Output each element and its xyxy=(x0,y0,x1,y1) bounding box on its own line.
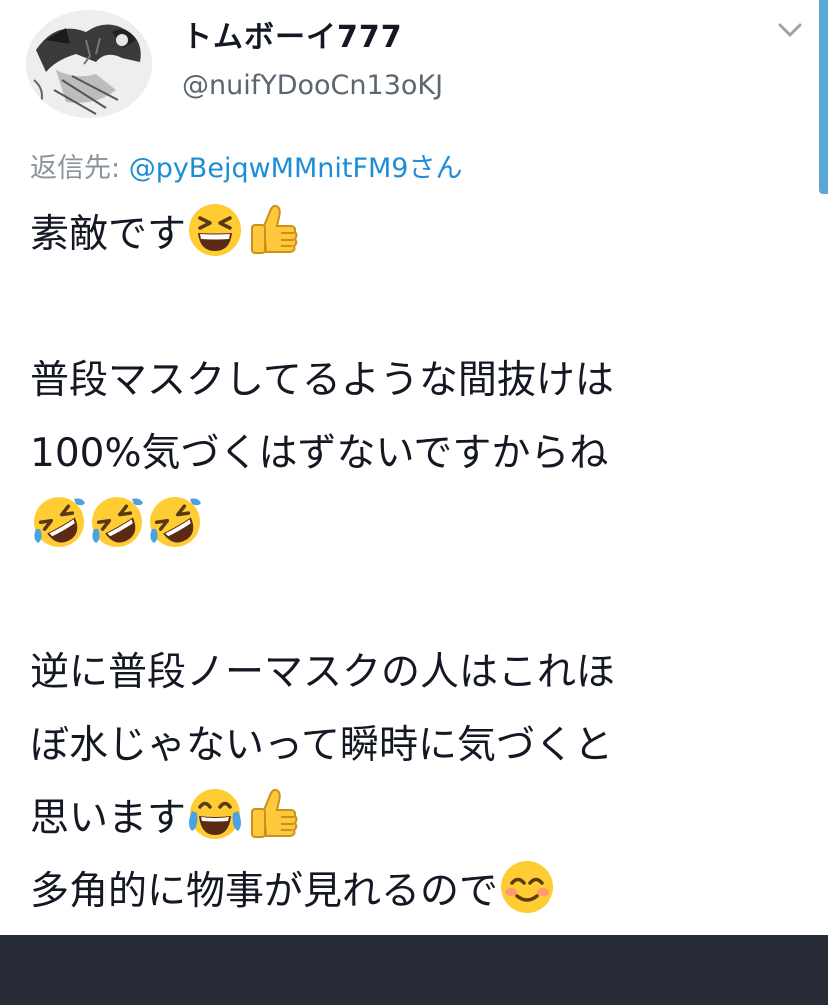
thumbs-up-icon xyxy=(244,785,302,843)
text-segment: 普段マスクしてるような間抜けは xyxy=(30,358,614,403)
text-line xyxy=(30,490,820,563)
text-line: 普段マスクしてるような間抜けは xyxy=(30,344,820,417)
grinning-squinting-face-icon xyxy=(186,201,244,259)
text-line: 思います xyxy=(30,782,820,855)
chevron-down-icon[interactable] xyxy=(770,14,810,46)
text-line: ぼ水じゃないって瞬時に気づくと xyxy=(30,709,820,782)
scroll-indicator[interactable] xyxy=(819,0,828,194)
smiling-face-with-smiling-eyes-icon xyxy=(498,858,556,916)
text-segment: 素敵です xyxy=(30,212,187,257)
rolling-on-floor-laughing-icon xyxy=(146,493,204,551)
bottom-bar xyxy=(0,935,828,1005)
display-name[interactable]: トムボーイ777 xyxy=(182,12,403,56)
text-segment: 多角的に物事が見れるので xyxy=(30,869,499,914)
text-line: 素敵です xyxy=(30,198,820,271)
text-line: 多角的に物事が見れるので xyxy=(30,855,820,928)
reply-mention-link[interactable]: @pyBejqwMMnitFM9さん xyxy=(129,153,463,184)
rolling-on-floor-laughing-icon xyxy=(30,493,88,551)
tweet-card: トムボーイ777 @nuifYDooCn13oKJ 返信先: @pyBejqwM… xyxy=(0,0,828,935)
avatar[interactable] xyxy=(26,10,152,118)
text-segment: ぼ水じゃないって瞬時に気づくと xyxy=(30,723,614,768)
text-segment: 逆に普段ノーマスクの人はこれほ xyxy=(30,650,616,695)
reply-to-line: 返信先: @pyBejqwMMnitFM9さん xyxy=(30,146,462,185)
thumbs-up-icon xyxy=(244,201,302,259)
avatar-illustration-icon xyxy=(26,10,152,118)
text-segment: 100%気づくはずないですからね xyxy=(30,431,609,476)
user-handle[interactable]: @nuifYDooCn13oKJ xyxy=(182,70,443,101)
text-line: 逆に普段ノーマスクの人はこれほ xyxy=(30,636,820,709)
tweet-text: 素敵です 普段マスクしてるような間抜けは 100%気づくはずないですからね 逆に… xyxy=(30,198,820,928)
text-segment: 思います xyxy=(30,796,187,841)
face-with-tears-of-joy-icon xyxy=(186,785,244,843)
text-line: 100%気づくはずないですからね xyxy=(30,417,820,490)
reply-prefix: 返信先: xyxy=(30,153,129,184)
rolling-on-floor-laughing-icon xyxy=(88,493,146,551)
